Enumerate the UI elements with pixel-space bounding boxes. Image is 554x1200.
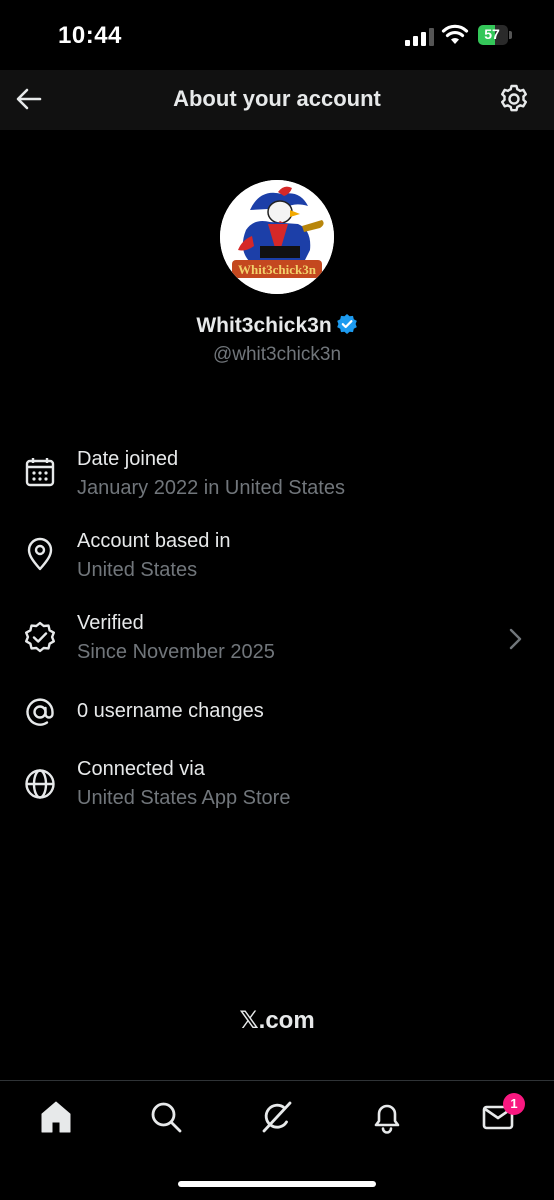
info-subtitle: United States App Store xyxy=(77,787,291,809)
location-pin-icon xyxy=(27,537,53,571)
top-header: About your account xyxy=(0,70,554,130)
home-icon[interactable] xyxy=(36,1097,76,1137)
info-title: Verified xyxy=(77,612,144,634)
info-row-verified[interactable]: Verified Since November 2025 xyxy=(0,608,554,672)
status-bar: 10:44 57 xyxy=(0,0,554,70)
avatar-logo-text: Whit3chick3n xyxy=(238,262,317,277)
info-subtitle: January 2022 in United States xyxy=(77,477,345,499)
at-sign-icon xyxy=(26,698,54,726)
info-title: Connected via xyxy=(77,758,205,780)
calendar-icon xyxy=(25,458,55,487)
battery-cap xyxy=(509,31,512,39)
info-title: 0 username changes xyxy=(77,700,264,722)
rooster-avatar-image: Whit3chick3n xyxy=(220,180,334,294)
info-row-date-joined: Date joined January 2022 in United State… xyxy=(0,444,554,508)
chevron-right-icon xyxy=(509,628,522,650)
status-time: 10:44 xyxy=(58,22,122,49)
info-row-username-changes: 0 username changes xyxy=(0,690,554,754)
battery-percent: 57 xyxy=(484,26,500,42)
info-subtitle: United States xyxy=(77,559,198,581)
info-row-connected-via: Connected via United States App Store xyxy=(0,754,554,818)
display-name: Whit3chick3n xyxy=(196,314,332,337)
globe-icon xyxy=(25,769,55,799)
info-title: Date joined xyxy=(77,448,179,470)
verified-badge-icon xyxy=(336,314,357,334)
home-indicator[interactable] xyxy=(178,1181,376,1187)
page-title: About your account xyxy=(173,86,381,111)
avatar[interactable]: Whit3chick3n xyxy=(220,180,334,294)
wifi-icon xyxy=(441,24,469,44)
x-com-link[interactable]: 𝕏.com xyxy=(0,1006,554,1035)
cellular-signal-icon xyxy=(405,28,434,46)
handle: @whit3chick3n xyxy=(212,344,342,365)
search-icon[interactable] xyxy=(146,1097,186,1137)
info-subtitle: Since November 2025 xyxy=(77,641,275,663)
gear-icon[interactable] xyxy=(498,83,530,115)
notifications-bell-icon[interactable] xyxy=(367,1097,407,1137)
battery-charging-icon: 57 xyxy=(478,25,512,45)
verified-check-icon xyxy=(25,621,55,653)
grok-icon[interactable] xyxy=(257,1097,297,1137)
info-title: Account based in xyxy=(77,530,231,552)
battery-body: 57 xyxy=(478,25,508,45)
info-row-account-based-in: Account based in United States xyxy=(0,526,554,590)
messages-badge: 1 xyxy=(503,1093,525,1115)
display-name-row: Whit3chick3n xyxy=(0,313,554,338)
